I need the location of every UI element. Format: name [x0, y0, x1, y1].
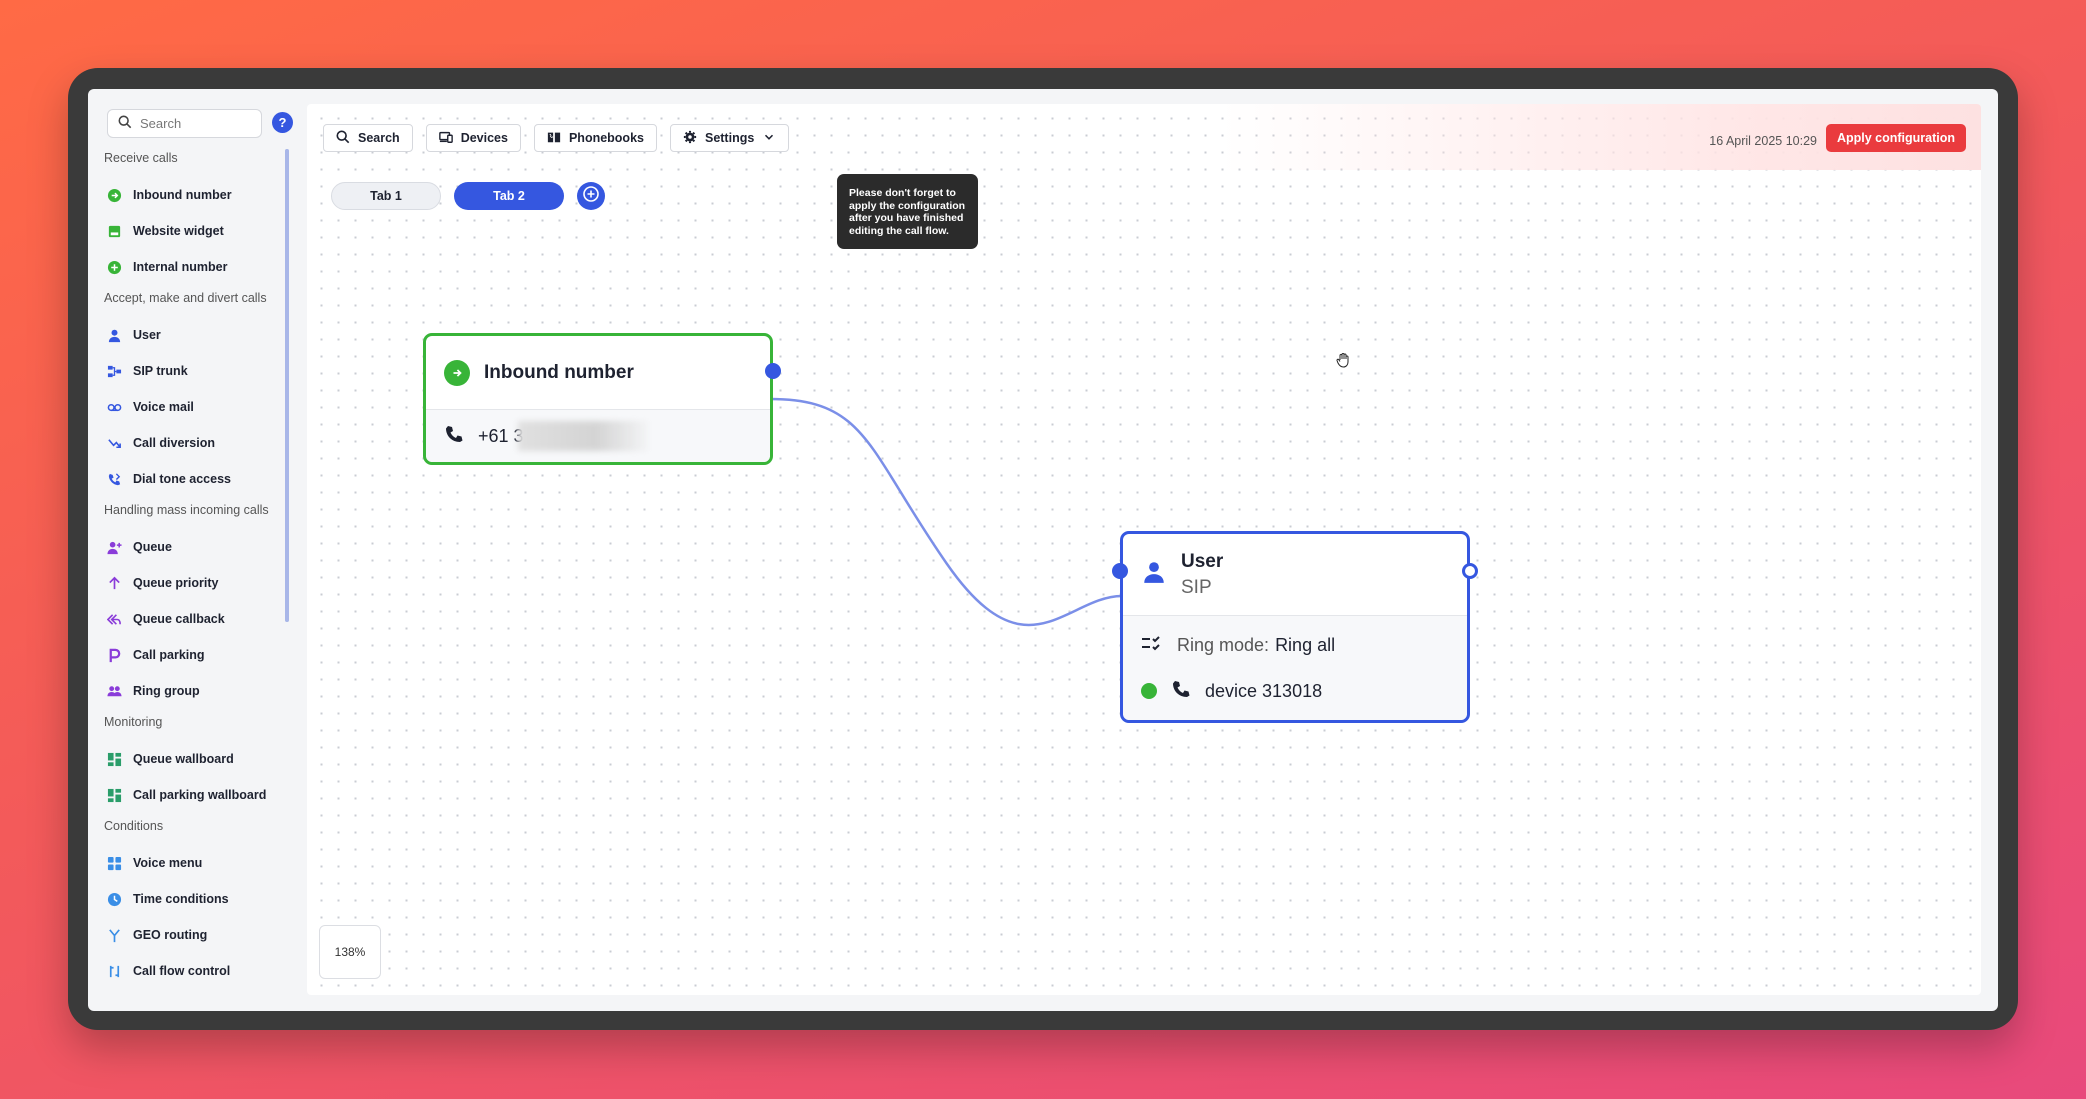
sidebar-item-inbound-number[interactable]: Inbound number	[88, 177, 284, 213]
sidebar-item-ring-group[interactable]: Ring group	[88, 673, 284, 709]
person-add-icon	[106, 539, 122, 555]
node-subtitle: SIP	[1181, 576, 1212, 598]
sidebar-item-time-conditions[interactable]: Time conditions	[88, 881, 284, 917]
parking-p-icon	[106, 647, 122, 663]
inbound-phone-number: +61 3	[478, 425, 524, 446]
sidebar-item-geo-routing[interactable]: GEO routing	[88, 917, 284, 953]
person-icon	[106, 327, 122, 343]
node-header: Inbound number	[426, 336, 770, 410]
phone-icon	[444, 424, 464, 449]
section-receive-calls: Receive calls	[104, 151, 178, 165]
checklist-icon	[1141, 635, 1163, 656]
arrow-up-icon	[106, 575, 122, 591]
dashboard-icon	[106, 787, 122, 803]
section-mass-calls: Handling mass incoming calls	[104, 503, 269, 517]
node-body: Ring mode: Ring all device 313018	[1123, 616, 1467, 720]
sidebar-item-dial-tone-access[interactable]: Dial tone access	[88, 461, 284, 497]
phone-forward-icon	[106, 471, 122, 487]
sidebar: Search ? Receive calls Inbound number We…	[88, 89, 294, 1011]
dashboard-icon	[106, 751, 122, 767]
section-monitoring: Monitoring	[104, 715, 163, 729]
widget-icon	[106, 223, 122, 239]
clock-icon	[106, 891, 122, 907]
node-body: +61 3	[426, 410, 770, 462]
sidebar-item-queue-priority[interactable]: Queue priority	[88, 565, 284, 601]
sidebar-item-call-parking[interactable]: Call parking	[88, 637, 284, 673]
voicemail-icon	[106, 399, 122, 415]
search-placeholder: Search	[140, 116, 182, 131]
app-screen: Search ? Receive calls Inbound number We…	[88, 89, 1998, 1011]
status-online-dot	[1141, 683, 1157, 699]
inbound-number-node[interactable]: Inbound number +61 3	[423, 333, 781, 465]
reply-all-icon	[106, 611, 122, 627]
ring-mode-row: Ring mode: Ring all	[1123, 622, 1467, 668]
sidebar-item-voice-mail[interactable]: Voice mail	[88, 389, 284, 425]
sidebar-item-queue-wallboard[interactable]: Queue wallboard	[88, 741, 284, 777]
redacted-number-blur	[518, 421, 648, 451]
person-icon	[1141, 559, 1167, 590]
ring-mode-label: Ring mode:	[1177, 634, 1270, 655]
sidebar-item-voice-menu[interactable]: Voice menu	[88, 845, 284, 881]
section-accept-calls: Accept, make and divert calls	[104, 291, 267, 305]
group-icon	[106, 683, 122, 699]
device-name: device 313018	[1205, 680, 1323, 701]
sidebar-item-queue-callback[interactable]: Queue callback	[88, 601, 284, 637]
sidebar-item-call-parking-wallboard[interactable]: Call parking wallboard	[88, 777, 284, 813]
sidebar-item-website-widget[interactable]: Website widget	[88, 213, 284, 249]
device-row: device 313018	[1123, 668, 1467, 714]
flow-control-icon	[106, 963, 122, 979]
output-port[interactable]	[765, 363, 781, 379]
zoom-level-indicator[interactable]: 138%	[319, 925, 381, 979]
sidebar-item-user[interactable]: User	[88, 317, 284, 353]
sidebar-item-sip-trunk[interactable]: SIP trunk	[88, 353, 284, 389]
help-button[interactable]: ?	[272, 112, 293, 133]
input-port[interactable]	[1112, 563, 1128, 579]
diversion-arrow-icon	[106, 435, 122, 451]
sidebar-item-queue[interactable]: Queue	[88, 529, 284, 565]
search-icon	[118, 115, 132, 132]
arrow-circle-icon	[444, 359, 470, 386]
sidebar-item-call-diversion[interactable]: Call diversion	[88, 425, 284, 461]
ring-mode-value: Ring all	[1275, 634, 1336, 655]
hand-cursor-icon	[1335, 352, 1351, 373]
sidebar-list: Receive calls Inbound number Website wid…	[88, 145, 284, 989]
node-title: Inbound number	[484, 361, 634, 383]
grid-icon	[106, 855, 122, 871]
phone-icon	[1171, 679, 1191, 704]
plus-circle-icon	[106, 259, 122, 275]
sidebar-item-call-flow-control[interactable]: Call flow control	[88, 953, 284, 989]
section-conditions: Conditions	[104, 819, 164, 833]
trunk-icon	[106, 363, 122, 379]
arrow-circle-icon	[106, 187, 122, 203]
split-icon	[106, 927, 122, 943]
node-title: User	[1181, 550, 1224, 572]
sidebar-scrollbar[interactable]	[285, 149, 289, 622]
sidebar-item-internal-number[interactable]: Internal number	[88, 249, 284, 285]
sidebar-search-input[interactable]: Search	[107, 109, 262, 138]
node-header: User SIP	[1123, 534, 1467, 616]
output-port[interactable]	[1462, 563, 1478, 579]
user-node[interactable]: User SIP Ring mode: Ring all device 3130…	[1112, 531, 1478, 723]
call-flow-canvas[interactable]: Search Devices Phonebooks Settings 16 Ap…	[307, 104, 1981, 995]
